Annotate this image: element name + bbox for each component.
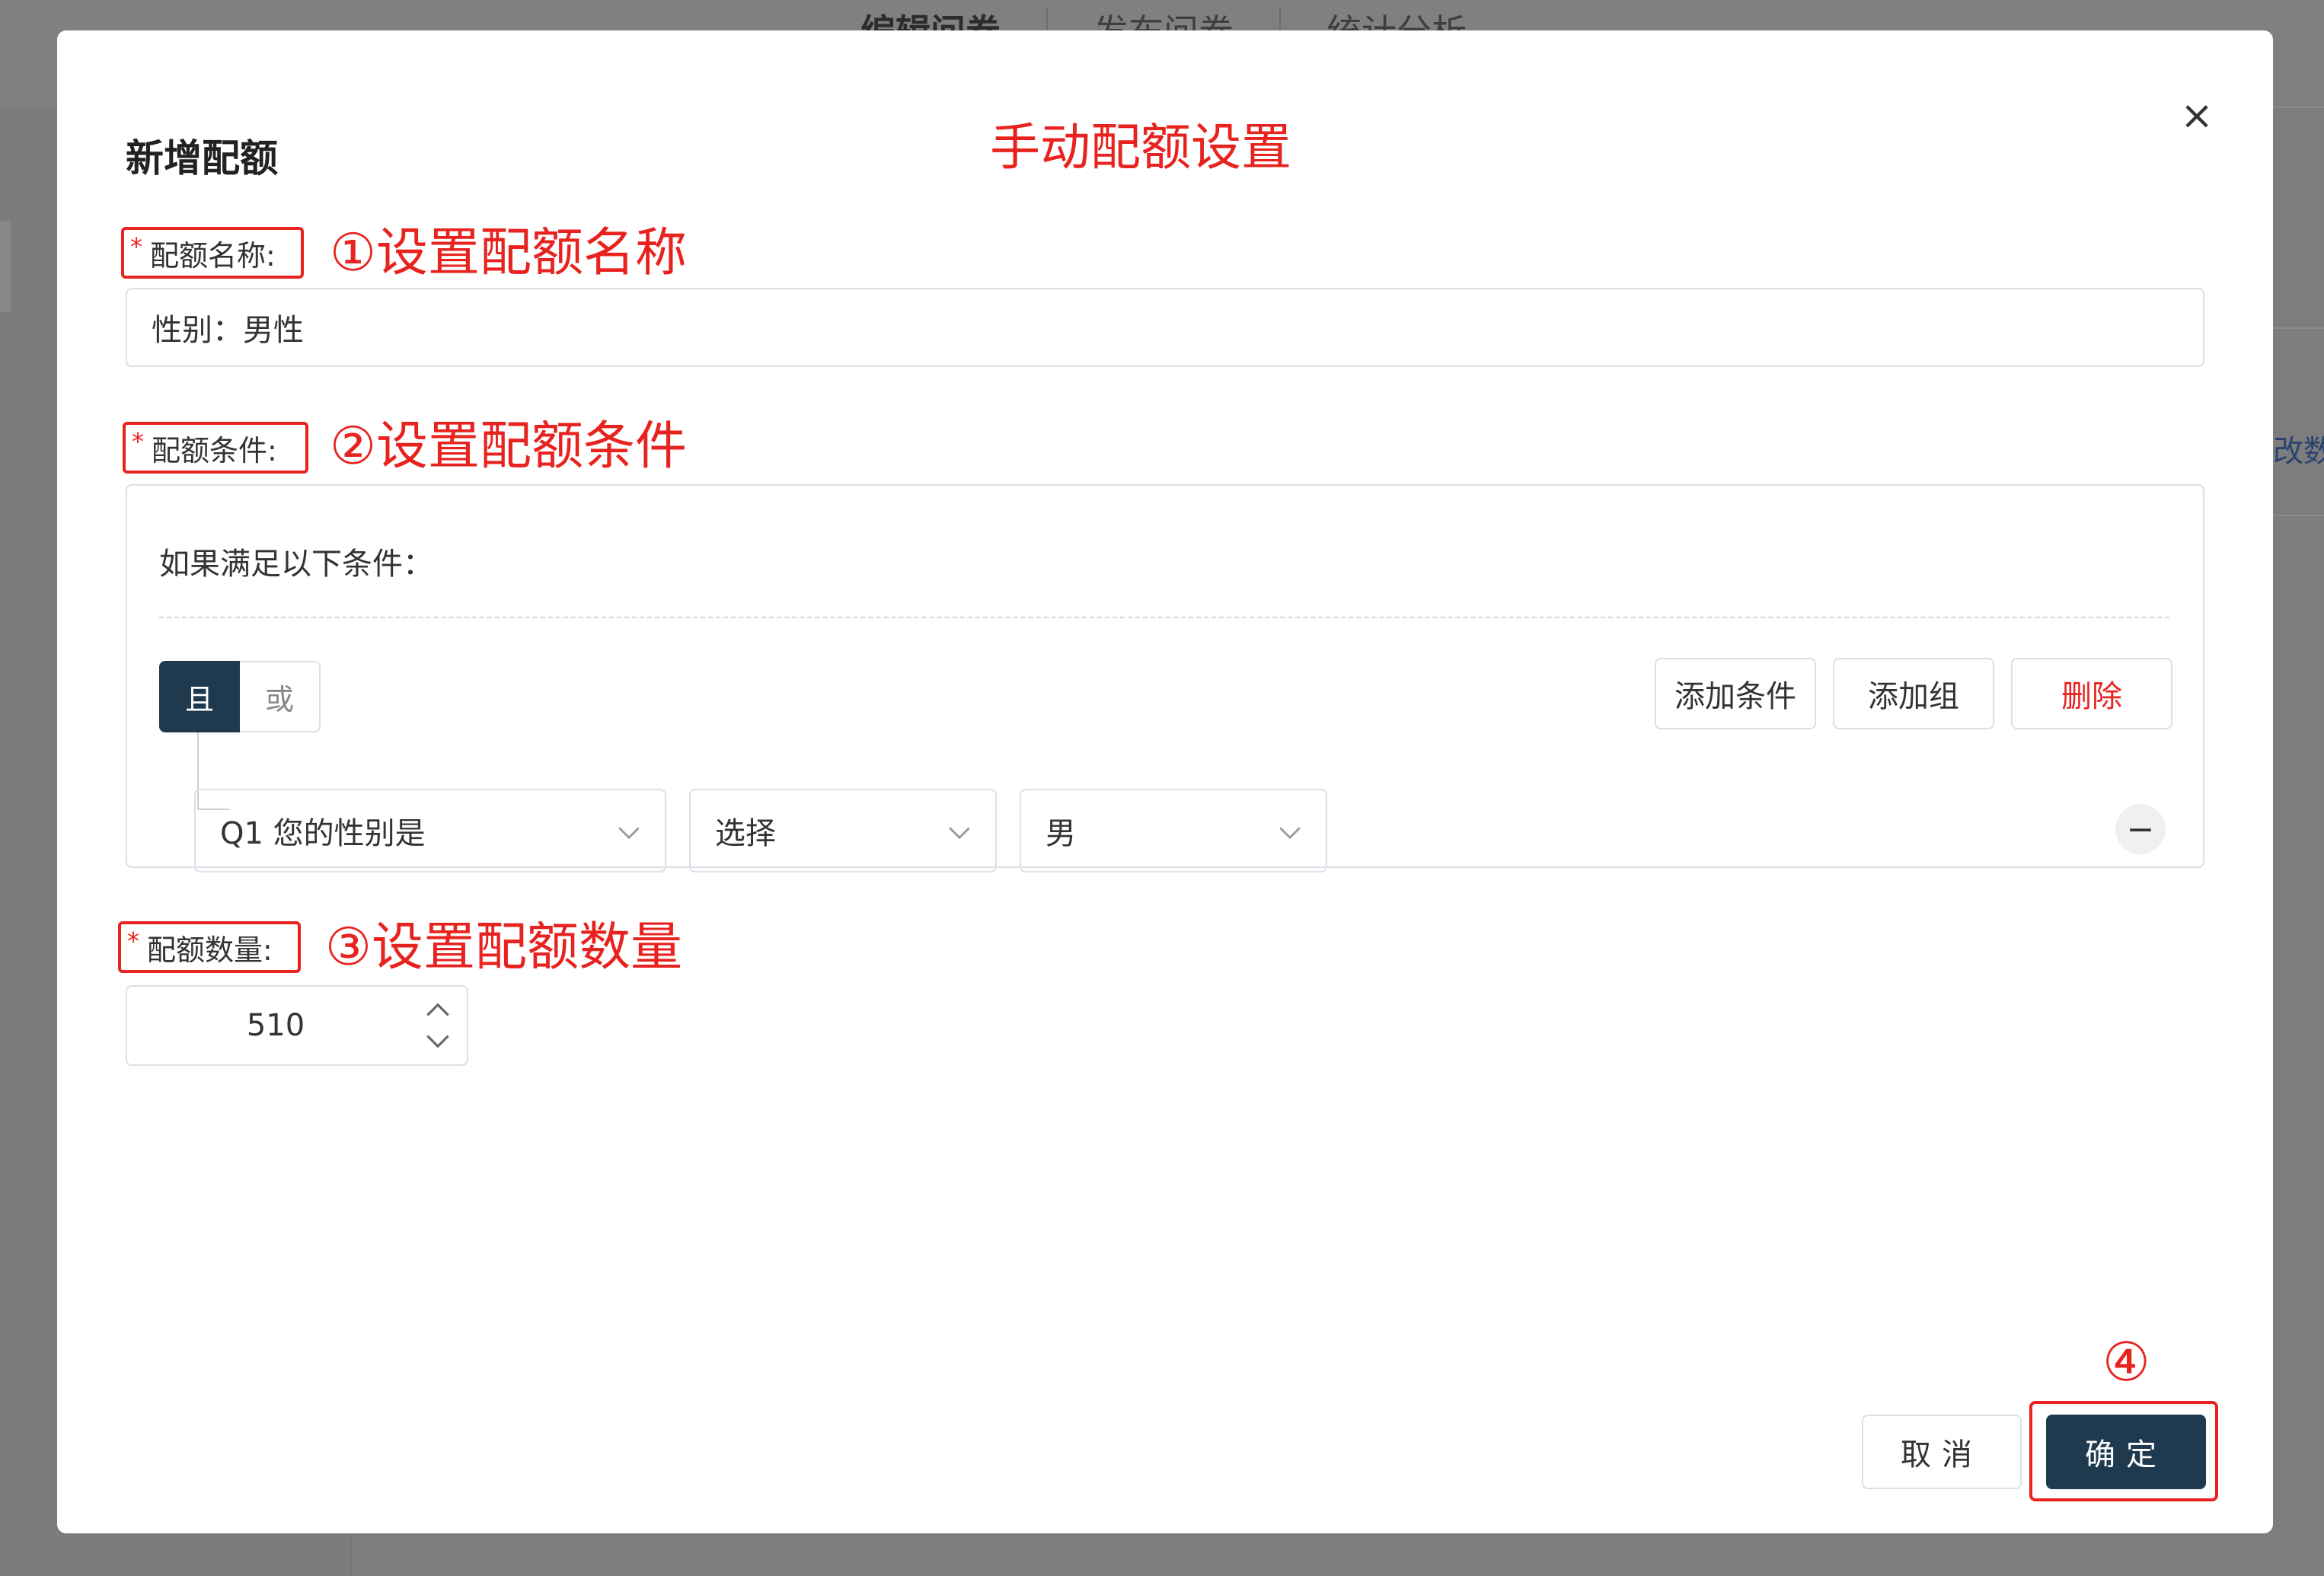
background-divider — [2273, 515, 2324, 516]
dialog-title: 新增配额 — [126, 136, 278, 180]
logic-or-button[interactable]: 或 — [240, 661, 321, 732]
value-select-value: 男 — [1045, 816, 1076, 851]
cancel-button[interactable]: 取消 — [1862, 1415, 2022, 1489]
annotation-step-4: ④ — [2102, 1331, 2150, 1393]
chevron-down-icon — [618, 827, 640, 840]
value-select[interactable]: 男 — [1020, 789, 1327, 873]
required-mark: * — [127, 927, 139, 955]
operator-select[interactable]: 选择 — [689, 789, 997, 873]
quota-name-value: 性别：男性 — [152, 313, 304, 348]
add-quota-dialog: 新增配额 手动配额设置 × * 配额名称: ①设置配额名称 性别：男性 * 配额… — [57, 30, 2273, 1533]
close-icon[interactable]: × — [2174, 93, 2220, 139]
background-divider — [2273, 327, 2324, 329]
question-select-value: Q1 您的性别是 — [220, 816, 426, 851]
delete-group-button[interactable]: 删除 — [2011, 658, 2172, 729]
background-sidebar-accent — [0, 221, 11, 312]
annotation-step-1: ①设置配额名称 — [330, 223, 687, 283]
quota-name-input[interactable]: 性别：男性 — [126, 288, 2204, 367]
chevron-down-icon — [1279, 827, 1301, 840]
background-link-text: 改数量 — [2273, 434, 2324, 469]
logic-and-button[interactable]: 且 — [159, 661, 240, 732]
chevron-down-icon — [949, 827, 970, 840]
quota-count-label-text: 配额数量: — [147, 933, 273, 967]
required-mark: * — [132, 427, 144, 456]
annotation-header: 手动配额设置 — [990, 118, 1291, 177]
quota-name-label-text: 配额名称: — [150, 238, 276, 273]
quota-condition-label: * 配额条件: — [123, 422, 308, 474]
add-condition-button[interactable]: 添加条件 — [1655, 658, 1816, 729]
quota-name-label: * 配额名称: — [121, 227, 304, 279]
quota-count-value: 510 — [246, 1008, 305, 1043]
number-stepper-icon[interactable] — [423, 997, 453, 1054]
confirm-button[interactable]: 确定 — [2046, 1415, 2206, 1489]
condition-heading: 如果满足以下条件： — [159, 547, 433, 582]
add-group-button[interactable]: 添加组 — [1833, 658, 1994, 729]
logic-toggle: 且 或 — [159, 661, 321, 732]
required-mark: * — [130, 232, 142, 261]
quota-condition-label-text: 配额条件: — [152, 433, 277, 467]
operator-select-value: 选择 — [715, 816, 776, 851]
question-select[interactable]: Q1 您的性别是 — [194, 789, 666, 873]
condition-divider — [159, 617, 2169, 618]
quota-count-input[interactable]: 510 — [126, 985, 468, 1066]
annotation-step-2: ②设置配额条件 — [330, 416, 687, 477]
annotation-step-3: ③设置配额数量 — [325, 917, 682, 978]
remove-condition-icon[interactable]: − — [2115, 804, 2166, 854]
quota-count-label: * 配额数量: — [118, 921, 301, 973]
condition-builder: 如果满足以下条件： 且 或 添加条件 添加组 删除 Q1 您的性别是 选择 男 … — [126, 484, 2204, 873]
